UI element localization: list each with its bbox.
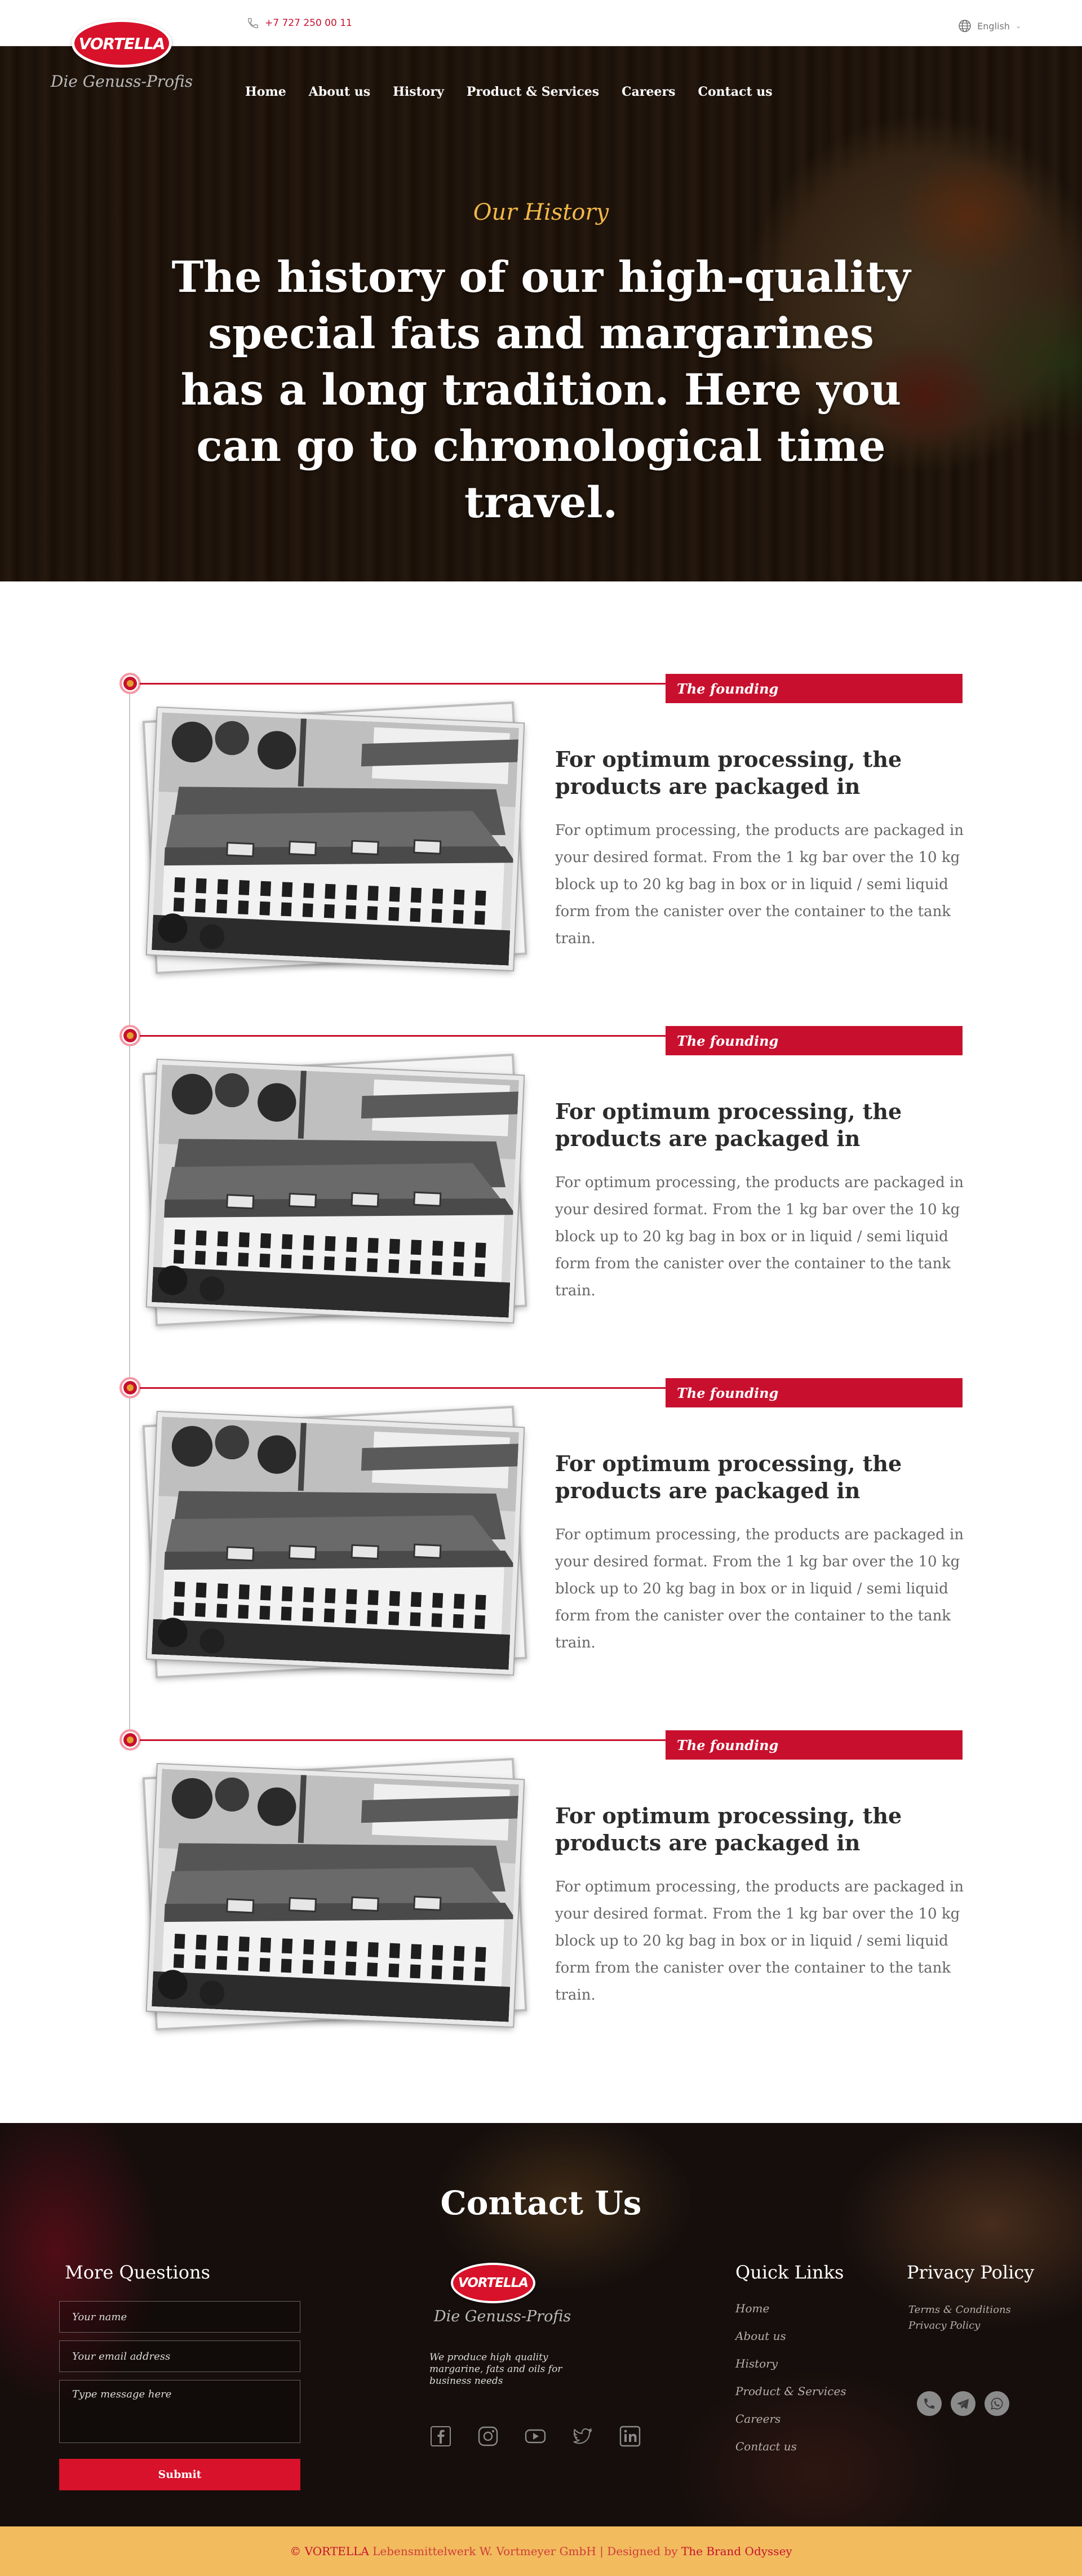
submit-button[interactable]: Submit: [59, 2459, 300, 2490]
quick-link-careers[interactable]: Careers: [735, 2412, 846, 2440]
phone-number: +7 727 250 00 11: [265, 17, 352, 29]
linkedin-icon[interactable]: [618, 2424, 642, 2449]
logo-mark: VORTELLA: [72, 19, 172, 68]
designed-by-label: Designed by: [607, 2544, 678, 2558]
phone-icon[interactable]: [917, 2391, 942, 2416]
photo-frame-front: [145, 1762, 525, 2028]
photo-frame-front: [145, 1410, 525, 1676]
instagram-icon[interactable]: [476, 2424, 500, 2449]
language-selector[interactable]: English ⌄: [958, 19, 1021, 33]
quick-link-contact-us[interactable]: Contact us: [735, 2440, 846, 2467]
timeline-connector: [140, 1739, 666, 1741]
timeline-connector: [140, 1387, 666, 1389]
privacy-links: Terms & Conditions Privacy Policy: [908, 2302, 1011, 2334]
timeline-text: For optimum processing, the products are…: [555, 1174, 964, 1299]
timeline-heading: For optimum processing, the products are…: [555, 1803, 902, 1855]
timeline-connector: [140, 683, 666, 685]
phone-link[interactable]: +7 727 250 00 11: [247, 17, 352, 29]
timeline-heading: For optimum processing, the products are…: [555, 1451, 902, 1503]
timeline-heading: For optimum processing, the products are…: [555, 747, 902, 799]
footer-logo-mark: VORTELLA: [451, 2263, 535, 2303]
company-name: Lebensmittelwerk W. Vortmeyer GmbH: [373, 2544, 596, 2558]
social-links: [428, 2424, 642, 2449]
twitter-icon[interactable]: [570, 2424, 595, 2449]
timeline-text: For optimum processing, the products are…: [555, 1526, 964, 1651]
contact-section: Contact Us More Questions Submit VORTELL…: [0, 2123, 1082, 2526]
main-nav: Home About us History Product & Services…: [245, 85, 784, 99]
nav-history[interactable]: History: [382, 85, 455, 99]
copyright-bar: © VORTELLA Lebensmittelwerk W. Vortmeyer…: [0, 2526, 1082, 2576]
telegram-icon[interactable]: [951, 2391, 975, 2416]
chevron-down-icon: ⌄: [1015, 22, 1021, 30]
globe-icon: [959, 20, 971, 32]
nav-products-services[interactable]: Product & Services: [455, 85, 610, 99]
photo-frame-front: [145, 706, 525, 972]
history-timeline: The founding For optimum processing, the…: [0, 581, 1082, 2123]
footer-separator: |: [600, 2544, 604, 2558]
phone-icon: [248, 18, 258, 28]
quick-links-title: Quick Links: [735, 2262, 844, 2283]
timeline-dot: [119, 1729, 141, 1751]
timeline-entry: The founding For optimum processing, the…: [0, 1377, 1082, 1726]
timeline-badge: The founding: [666, 1378, 963, 1407]
quick-links: Home About us History Product & Services…: [735, 2302, 846, 2467]
timeline-badge: The founding: [666, 1026, 963, 1055]
photo-frame-front: [145, 1058, 525, 1324]
nav-about-us[interactable]: About us: [298, 85, 382, 99]
timeline-badge: The founding: [666, 674, 963, 703]
whatsapp-icon[interactable]: [985, 2391, 1009, 2416]
copyright-text: © VORTELLA: [290, 2544, 369, 2558]
nav-careers[interactable]: Careers: [610, 85, 686, 99]
contact-title: Contact Us: [440, 2184, 642, 2222]
timeline-dot: [119, 1377, 141, 1398]
historic-photo: [142, 1406, 531, 1678]
nav-contact-us[interactable]: Contact us: [686, 85, 783, 99]
timeline-connector: [140, 1035, 666, 1037]
historic-photo: [142, 701, 531, 974]
quick-link-history[interactable]: History: [735, 2357, 846, 2384]
company-description: We produce high quality margarine, fats …: [429, 2352, 562, 2387]
language-label: English: [977, 20, 1010, 32]
timeline-heading: For optimum processing, the products are…: [555, 1099, 902, 1151]
timeline-text: For optimum processing, the products are…: [555, 1878, 964, 2004]
timeline-entry: The founding For optimum processing, the…: [0, 1025, 1082, 1374]
message-field[interactable]: [59, 2380, 300, 2443]
logo-tagline: Die Genuss-Profis: [50, 72, 193, 91]
more-questions-title: More Questions: [65, 2262, 211, 2283]
facebook-icon[interactable]: [428, 2424, 453, 2449]
factory-photo-image: [152, 1769, 519, 2022]
name-field[interactable]: [59, 2301, 300, 2333]
footer-logo[interactable]: VORTELLA Die Genuss-Profis: [434, 2263, 571, 2325]
hero-title: The history of our high-quality special …: [171, 252, 911, 527]
terms-conditions-link[interactable]: Terms & Conditions: [908, 2302, 1011, 2318]
privacy-policy-link[interactable]: Privacy Policy: [908, 2318, 1011, 2334]
nav-home[interactable]: Home: [245, 85, 298, 99]
quick-link-about-us[interactable]: About us: [735, 2329, 846, 2357]
logo[interactable]: VORTELLA Die Genuss-Profis: [48, 19, 195, 91]
factory-photo-image: [152, 1064, 519, 1317]
youtube-icon[interactable]: [523, 2424, 548, 2449]
factory-photo-image: [152, 712, 519, 965]
timeline-dot: [119, 673, 141, 694]
hero-section: Home About us History Product & Services…: [0, 46, 1082, 581]
timeline-entry: The founding For optimum processing, the…: [0, 673, 1082, 1022]
email-field[interactable]: [59, 2340, 300, 2372]
quick-link-products-services[interactable]: Product & Services: [735, 2384, 846, 2412]
timeline-entry: The founding For optimum processing, the…: [0, 1729, 1082, 2078]
contact-icons: [917, 2391, 1009, 2416]
timeline-badge: The founding: [666, 1730, 963, 1760]
timeline-text: For optimum processing, the products are…: [555, 822, 964, 947]
quick-link-home[interactable]: Home: [735, 2302, 846, 2329]
factory-photo-image: [152, 1416, 519, 1669]
footer-logo-tagline: Die Genuss-Profis: [434, 2308, 571, 2325]
historic-photo: [142, 1054, 531, 1326]
designer-link[interactable]: The Brand Odyssey: [681, 2544, 792, 2558]
timeline-dot: [119, 1025, 141, 1046]
privacy-policy-title: Privacy Policy: [907, 2262, 1035, 2283]
hero-subtitle: Our History: [473, 199, 609, 225]
historic-photo: [142, 1758, 531, 2031]
